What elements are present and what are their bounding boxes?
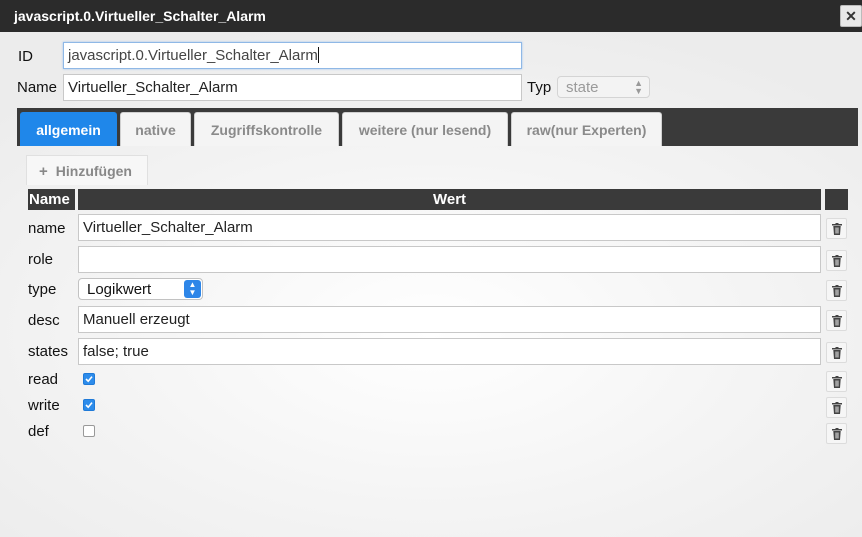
plus-icon: + <box>39 163 48 180</box>
row-label-write: write <box>28 397 60 414</box>
add-button[interactable]: + Hinzufügen <box>26 155 148 185</box>
row-label-role: role <box>28 251 54 268</box>
select-arrows-icon: ▲ ▼ <box>634 78 643 96</box>
trash-icon <box>832 285 842 297</box>
name-input-value: Virtueller_Schalter_Alarm <box>68 79 238 96</box>
row-label-desc: desc <box>28 312 60 329</box>
delete-button-def[interactable] <box>826 423 847 444</box>
delete-button-desc[interactable] <box>826 310 847 331</box>
close-icon: ✕ <box>845 8 857 24</box>
trash-icon <box>832 223 842 235</box>
column-header-actions <box>825 189 848 210</box>
select-stepper-icon: ▲ ▼ <box>184 280 201 298</box>
row-label-name: name <box>28 220 66 237</box>
dialog-titlebar: javascript.0.Virtueller_Schalter_Alarm ✕ <box>0 0 862 32</box>
value-input-name-text: Virtueller_Schalter_Alarm <box>83 219 253 236</box>
value-input-states[interactable]: false; true <box>78 338 821 365</box>
column-header-name: Name <box>28 189 75 210</box>
tab-native[interactable]: native <box>120 112 191 146</box>
value-input-desc[interactable]: Manuell erzeugt <box>78 306 821 333</box>
checkbox-write[interactable] <box>83 399 95 411</box>
tab-weitere[interactable]: weitere (nur lesend) <box>342 112 508 146</box>
trash-icon <box>832 347 842 359</box>
trash-icon <box>832 315 842 327</box>
typ-label: Typ <box>527 79 552 96</box>
row-label-def: def <box>28 423 49 440</box>
dialog-title: javascript.0.Virtueller_Schalter_Alarm <box>14 8 266 24</box>
value-select-type-text: Logikwert <box>87 281 152 298</box>
delete-button-name[interactable] <box>826 218 847 239</box>
close-button[interactable]: ✕ <box>840 5 862 27</box>
value-select-type[interactable]: Logikwert ▲ ▼ <box>78 278 203 300</box>
value-input-desc-text: Manuell erzeugt <box>83 311 190 328</box>
id-input[interactable]: javascript.0.Virtueller_Schalter_Alarm <box>63 42 522 69</box>
trash-icon <box>832 402 842 414</box>
row-label-read: read <box>28 371 59 388</box>
trash-icon <box>832 255 842 267</box>
value-input-name[interactable]: Virtueller_Schalter_Alarm <box>78 214 821 241</box>
tab-zugriffskontrolle[interactable]: Zugriffskontrolle <box>194 112 339 146</box>
delete-button-states[interactable] <box>826 342 847 363</box>
delete-button-type[interactable] <box>826 280 847 301</box>
text-caret <box>317 47 319 63</box>
checkbox-read[interactable] <box>83 373 95 385</box>
delete-button-role[interactable] <box>826 250 847 271</box>
id-input-value: javascript.0.Virtueller_Schalter_Alarm <box>68 47 318 64</box>
name-input[interactable]: Virtueller_Schalter_Alarm <box>63 74 522 101</box>
trash-icon <box>832 376 842 388</box>
row-label-type: type <box>28 281 57 298</box>
id-label: ID <box>18 48 33 65</box>
checkbox-def[interactable] <box>83 425 95 437</box>
tab-raw[interactable]: raw(nur Experten) <box>511 112 662 146</box>
add-button-label: Hinzufügen <box>55 163 132 179</box>
column-header-wert: Wert <box>78 189 821 210</box>
check-icon <box>85 376 93 383</box>
typ-select-value: state <box>566 79 599 96</box>
trash-icon <box>832 428 842 440</box>
tab-bar: allgemein native Zugriffskontrolle weite… <box>17 108 858 146</box>
value-input-states-text: false; true <box>83 343 149 360</box>
delete-button-write[interactable] <box>826 397 847 418</box>
value-input-role[interactable] <box>78 246 821 273</box>
tab-allgemein[interactable]: allgemein <box>20 112 117 146</box>
name-label: Name <box>17 79 58 96</box>
delete-button-read[interactable] <box>826 371 847 392</box>
check-icon <box>85 402 93 409</box>
typ-select[interactable]: state ▲ ▼ <box>557 76 650 98</box>
row-label-states: states <box>28 343 69 360</box>
